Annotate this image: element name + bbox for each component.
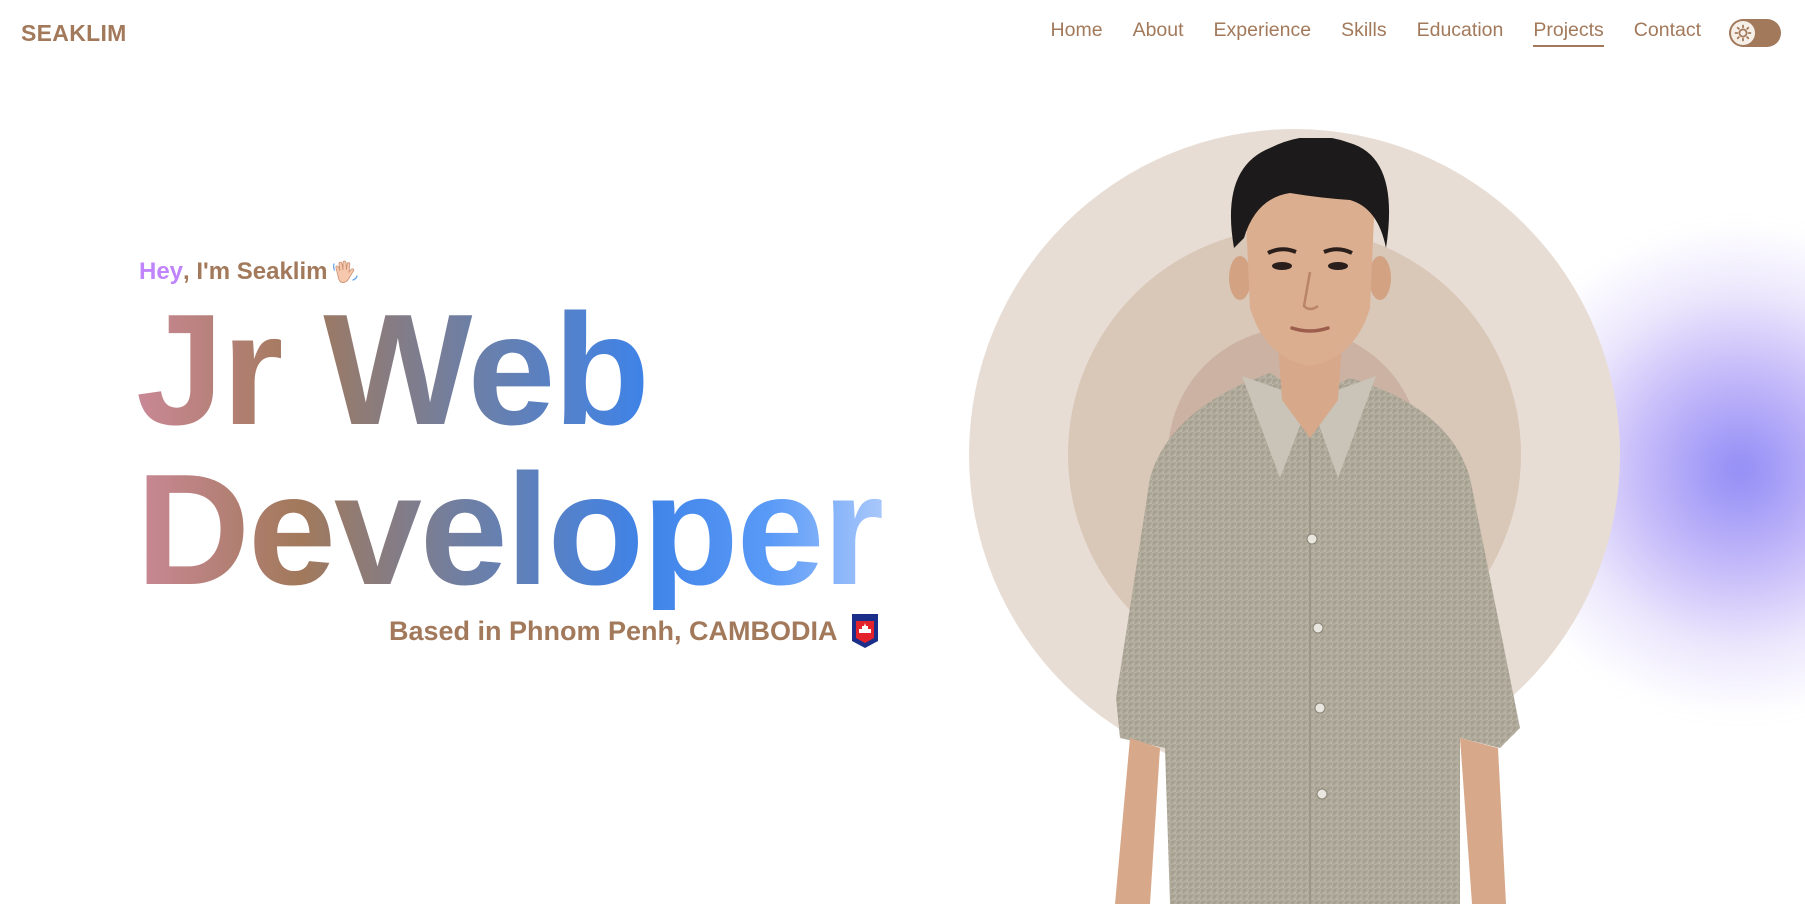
sun-icon [1731,21,1755,45]
top-nav: SEAKLIM Home About Experience Skills Edu… [0,0,1805,66]
nav-home[interactable]: Home [1051,19,1103,47]
nav-skills[interactable]: Skills [1341,19,1387,47]
location-text: Based in Phnom Penh, CAMBODIA [389,613,879,649]
nav-education[interactable]: Education [1417,19,1504,47]
nav-contact[interactable]: Contact [1634,19,1701,47]
hero-title-line1: Jr Web [136,282,648,458]
theme-toggle[interactable] [1729,19,1781,47]
location-label: Based in Phnom Penh, CAMBODIA [389,615,838,646]
nav-experience[interactable]: Experience [1214,19,1312,47]
portrait-photo [1115,138,1520,904]
hero-title-line2: Developer [136,442,883,618]
cambodia-flag-icon [851,613,879,649]
page: SEAKLIM Home About Experience Skills Edu… [0,0,1805,904]
nav-links: Home About Experience Skills Education P… [1021,19,1781,47]
hero-title: Jr Web Developer [136,290,882,610]
nav-projects[interactable]: Projects [1533,19,1604,47]
nav-about[interactable]: About [1133,19,1184,47]
brand-logo[interactable]: SEAKLIM [21,20,127,47]
